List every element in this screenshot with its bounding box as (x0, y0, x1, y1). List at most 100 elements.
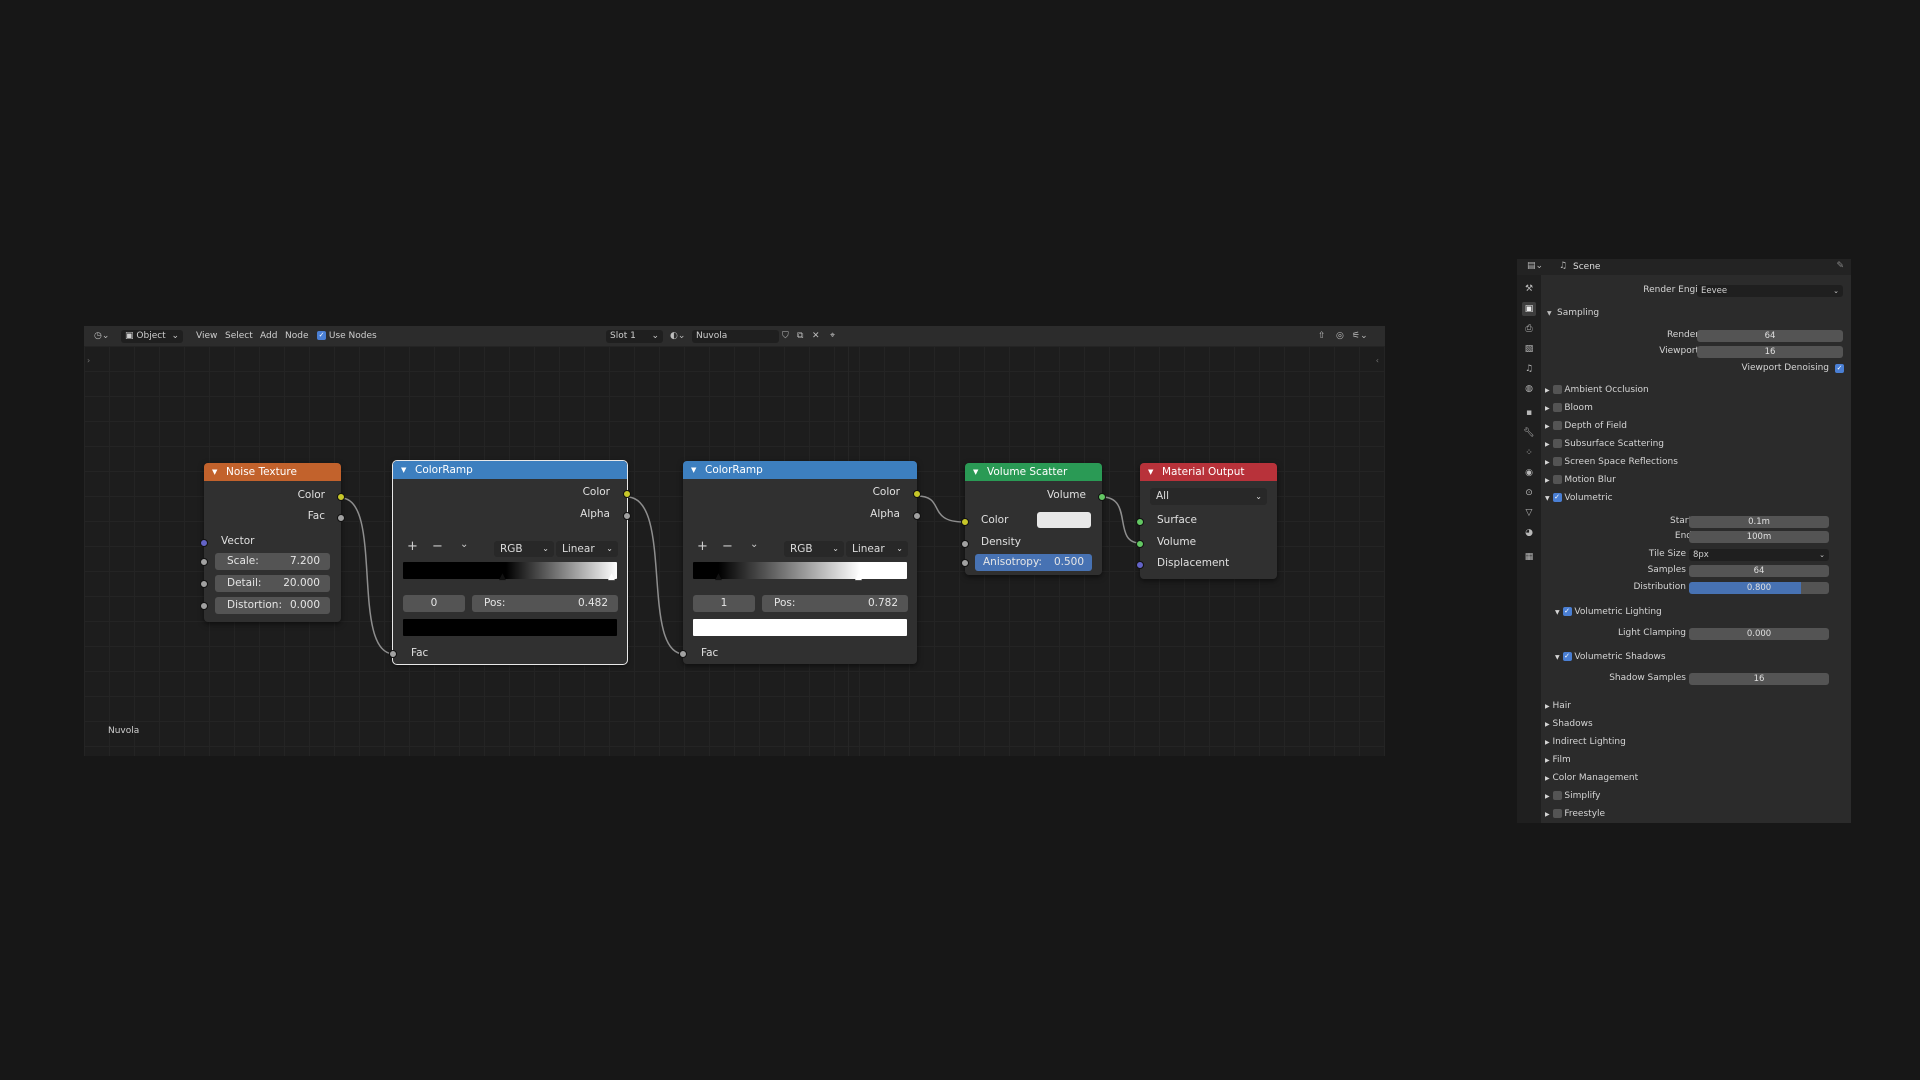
panel-color-management[interactable]: ▶ Color Management (1545, 773, 1638, 783)
data-tab-icon[interactable]: ▽ (1522, 506, 1536, 520)
node-colorramp-2[interactable]: ▼ ColorRamp Color Alpha + − ⌄ RGB ⌄ Linea… (679, 461, 921, 664)
editor-type-icon[interactable]: ▤⌄ (1527, 261, 1543, 271)
constraints-tab-icon[interactable]: ⊙ (1522, 486, 1536, 500)
color-mode-dropdown[interactable]: RGB ⌄ (494, 541, 554, 557)
texture-tab-icon[interactable]: ▦ (1522, 550, 1536, 564)
socket-displacement-in[interactable] (1136, 561, 1144, 569)
panel-simplify[interactable]: ▶ Simplify (1545, 791, 1600, 801)
add-stop-icon[interactable]: + (407, 539, 418, 554)
panel-depth-of-field[interactable]: ▶ Depth of Field (1545, 421, 1627, 431)
panel-checkbox[interactable] (1552, 809, 1562, 818)
node-noise-texture[interactable]: ▼ Noise Texture Color Fac Vector Scale: … (200, 463, 345, 622)
collapse-triangle-icon[interactable]: ▼ (1148, 463, 1153, 481)
socket-scale-in[interactable] (200, 558, 208, 566)
detail-field[interactable]: Detail: 20.000 (215, 575, 330, 592)
volumetric-shadows-checkbox[interactable]: ✓ (1562, 652, 1572, 661)
stop-color-swatch[interactable] (693, 619, 907, 636)
color-swatch[interactable] (1037, 512, 1091, 528)
socket-density-in[interactable] (961, 540, 969, 548)
panel-checkbox[interactable] (1552, 403, 1562, 412)
collapse-triangle-icon[interactable]: ▼ (973, 463, 978, 481)
socket-fac-out[interactable] (337, 514, 345, 522)
viewport-denoising-checkbox[interactable]: ✓ (1835, 364, 1844, 373)
color-ramp-bar[interactable] (403, 562, 617, 579)
ramp-stop-marker[interactable]: ▲ (608, 572, 615, 582)
collapse-triangle-icon[interactable]: ▼ (401, 461, 406, 479)
render-samples-field[interactable]: 64 (1697, 330, 1843, 342)
stop-index-field[interactable]: 1 (693, 595, 755, 612)
chevron-down-icon[interactable]: ⌄ (750, 539, 758, 550)
remove-stop-icon[interactable]: − (722, 539, 733, 554)
distortion-field[interactable]: Distortion: 0.000 (215, 597, 330, 614)
collapse-triangle-icon[interactable]: ▼ (212, 463, 217, 481)
panel-checkbox[interactable] (1552, 457, 1562, 466)
panel-ambient-occlusion[interactable]: ▶ Ambient Occlusion (1545, 385, 1649, 395)
particles-tab-icon[interactable]: ⁘ (1522, 446, 1536, 460)
subpanel-volumetric-lighting[interactable]: ▼ ✓ Volumetric Lighting (1555, 607, 1662, 617)
add-stop-icon[interactable]: + (697, 539, 708, 554)
color-ramp-bar[interactable] (693, 562, 907, 579)
anisotropy-field[interactable]: Anisotropy: 0.500 (975, 554, 1092, 571)
viewport-samples-field[interactable]: 16 (1697, 346, 1843, 358)
panel-sampling[interactable]: Sampling (1557, 308, 1599, 318)
view-layer-tab-icon[interactable]: ▧ (1522, 342, 1536, 356)
world-tab-icon[interactable]: ◍ (1522, 382, 1536, 396)
socket-color-out[interactable] (337, 493, 345, 501)
socket-volume-out[interactable] (1098, 493, 1106, 501)
scale-field[interactable]: Scale: 7.200 (215, 553, 330, 570)
distribution-slider[interactable]: 0.800 (1689, 582, 1829, 594)
material-tab-icon[interactable]: ◕ (1522, 526, 1536, 540)
socket-alpha-out[interactable] (913, 512, 921, 520)
node-colorramp-1[interactable]: ▼ ColorRamp Color Alpha + − ⌄ RGB ⌄ Linea… (389, 460, 631, 665)
modifier-tab-icon[interactable]: 🔧︎ (1522, 426, 1536, 440)
node-header[interactable]: ▼ Volume Scatter (965, 463, 1102, 481)
socket-color-in[interactable] (961, 518, 969, 526)
volumetric-lighting-checkbox[interactable]: ✓ (1562, 607, 1572, 616)
socket-vector-in[interactable] (200, 539, 208, 547)
stop-index-field[interactable]: 0 (403, 595, 465, 612)
node-material-output[interactable]: ▼ Material Output All ⌄ Surface Volume Di… (1136, 463, 1277, 579)
node-volume-scatter[interactable]: ▼ Volume Scatter Volume Color Density An… (961, 463, 1106, 575)
ramp-stop-marker[interactable]: ▲ (715, 572, 722, 582)
stop-position-field[interactable]: Pos: 0.482 (472, 595, 618, 612)
pin-icon[interactable]: ✎ (1836, 261, 1844, 271)
object-tab-icon[interactable]: ▪ (1522, 406, 1536, 420)
tile-size-dropdown[interactable]: 8px ⌄ (1689, 549, 1829, 561)
node-editor[interactable]: ◷⌄ ▣ Object ⌄ View Select Add Node ✓ Use… (84, 326, 1385, 756)
socket-fac-in[interactable] (679, 650, 687, 658)
panel-subsurface-scattering[interactable]: ▶ Subsurface Scattering (1545, 439, 1664, 449)
physics-tab-icon[interactable]: ◉ (1522, 466, 1536, 480)
panel-hair[interactable]: ▶ Hair (1545, 701, 1571, 711)
socket-color-out[interactable] (623, 490, 631, 498)
panel-motion-blur[interactable]: ▶ Motion Blur (1545, 475, 1616, 485)
shadow-samples-field[interactable]: 16 (1689, 673, 1829, 685)
panel-screen-space-reflections[interactable]: ▶ Screen Space Reflections (1545, 457, 1678, 467)
remove-stop-icon[interactable]: − (432, 539, 443, 554)
node-header[interactable]: ▼ ColorRamp (393, 461, 627, 479)
interpolation-dropdown[interactable]: Linear ⌄ (846, 541, 908, 557)
subpanel-volumetric-shadows[interactable]: ▼ ✓ Volumetric Shadows (1555, 652, 1666, 662)
panel-checkbox[interactable] (1552, 791, 1562, 800)
color-mode-dropdown[interactable]: RGB ⌄ (784, 541, 844, 557)
panel-bloom[interactable]: ▶ Bloom (1545, 403, 1593, 413)
panel-checkbox[interactable] (1552, 385, 1562, 394)
socket-alpha-out[interactable] (623, 512, 631, 520)
socket-fac-in[interactable] (389, 650, 397, 658)
scene-tab-icon[interactable]: ♫ (1522, 362, 1536, 376)
volumetric-checkbox[interactable]: ✓ (1552, 493, 1562, 502)
panel-checkbox[interactable] (1552, 475, 1562, 484)
socket-surface-in[interactable] (1136, 518, 1144, 526)
tool-tab-icon[interactable]: ⚒ (1522, 282, 1536, 296)
panel-expanded-icon[interactable]: ▼ (1547, 310, 1552, 317)
panel-freestyle[interactable]: ▶ Freestyle (1545, 809, 1605, 819)
stop-position-field[interactable]: Pos: 0.782 (762, 595, 908, 612)
panel-checkbox[interactable] (1552, 421, 1562, 430)
socket-volume-in[interactable] (1136, 540, 1144, 548)
ramp-stop-marker[interactable]: ▲ (499, 572, 506, 582)
output-tab-icon[interactable]: ⎙ (1522, 322, 1536, 336)
node-header[interactable]: ▼ ColorRamp (683, 461, 917, 479)
stop-color-swatch[interactable] (403, 619, 617, 636)
panel-film[interactable]: ▶ Film (1545, 755, 1571, 765)
samples-field[interactable]: 64 (1689, 565, 1829, 577)
socket-detail-in[interactable] (200, 580, 208, 588)
